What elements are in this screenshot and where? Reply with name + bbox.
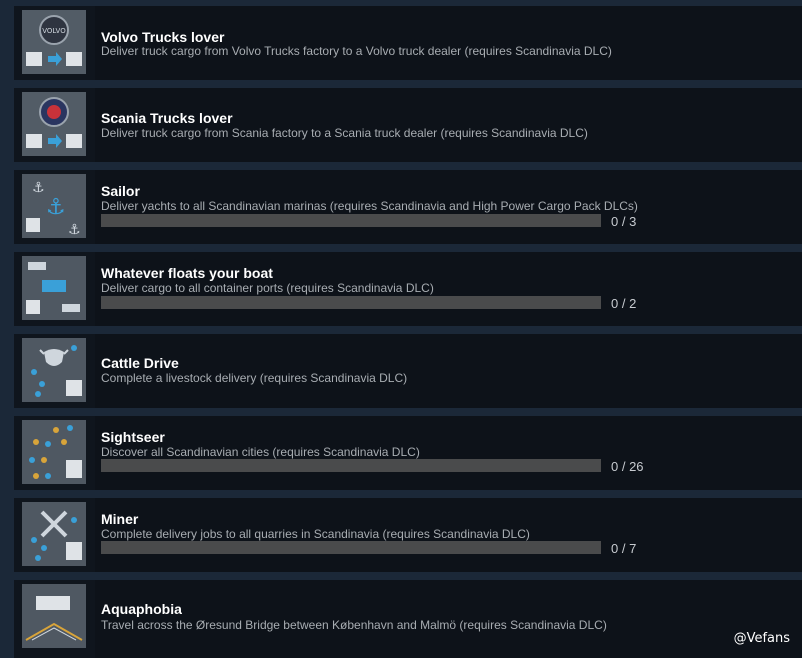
progress-count: 0 / 2 — [611, 296, 637, 311]
achievement-title: Scania Trucks lover — [101, 110, 233, 126]
progress-count: 0 / 26 — [611, 459, 644, 474]
scania-truck-icon — [22, 92, 86, 156]
svg-text:⚓: ⚓ — [32, 180, 45, 196]
achievement-content: Cattle Drive Complete a livestock delive… — [95, 334, 802, 408]
progress-count: 0 / 7 — [611, 541, 637, 556]
cattle-icon — [22, 338, 86, 402]
achievement-content: Scania Trucks lover Deliver truck cargo … — [95, 88, 802, 162]
achievement-row-sailor: ⚓ ⚓ ⚓ Sailor Deliver yachts to all Scand… — [14, 170, 802, 244]
container-icon — [22, 256, 86, 320]
achievement-row-containers: Whatever floats your boat Deliver cargo … — [14, 252, 802, 326]
achievement-description: Discover all Scandinavian cities (requir… — [101, 445, 420, 459]
city-map-icon — [22, 420, 86, 484]
achievement-title: Miner — [101, 511, 139, 527]
achievement-title: Cattle Drive — [101, 355, 179, 371]
achievement-row-volvo: VOLVO Volvo Trucks lover Deliver truck c… — [14, 6, 802, 80]
watermark: @Vefans — [733, 631, 790, 646]
achievement-description: Deliver yachts to all Scandinavian marin… — [101, 199, 638, 213]
achievement-description: Deliver cargo to all container ports (re… — [101, 281, 434, 295]
achievement-row-scania: Scania Trucks lover Deliver truck cargo … — [14, 88, 802, 162]
achievement-content: Whatever floats your boat Deliver cargo … — [95, 252, 802, 326]
progress-bar — [101, 296, 601, 309]
achievement-title: Whatever floats your boat — [101, 265, 273, 281]
svg-text:VOLVO: VOLVO — [42, 27, 66, 35]
svg-text:⚓: ⚓ — [68, 222, 81, 238]
anchor-icon: ⚓ ⚓ ⚓ — [22, 174, 86, 238]
achievement-content: Sailor Deliver yachts to all Scandinavia… — [95, 170, 802, 244]
progress-bar — [101, 541, 601, 554]
achievement-row-miner: Miner Complete delivery jobs to all quar… — [14, 498, 802, 572]
progress-bar — [101, 459, 601, 472]
progress-bar — [101, 214, 601, 227]
bridge-icon — [22, 584, 86, 648]
achievement-title: Sightseer — [101, 429, 165, 445]
achievement-row-cattle: Cattle Drive Complete a livestock delive… — [14, 334, 802, 408]
achievement-description: Deliver truck cargo from Scania factory … — [101, 126, 588, 140]
achievement-description: Deliver truck cargo from Volvo Trucks fa… — [101, 44, 612, 58]
achievement-title: Volvo Trucks lover — [101, 29, 225, 45]
achievement-description: Complete delivery jobs to all quarries i… — [101, 527, 530, 541]
achievement-content: Aquaphobia Travel across the Øresund Bri… — [95, 580, 802, 658]
svg-text:⚓: ⚓ — [46, 195, 66, 220]
achievement-content: Volvo Trucks lover Deliver truck cargo f… — [95, 6, 802, 80]
achievement-row-sightseer: Sightseer Discover all Scandinavian citi… — [14, 416, 802, 490]
progress-count: 0 / 3 — [611, 214, 637, 229]
achievement-content: Miner Complete delivery jobs to all quar… — [95, 498, 802, 572]
achievement-row-aquaphobia: Aquaphobia Travel across the Øresund Bri… — [14, 580, 802, 658]
volvo-truck-icon: VOLVO — [22, 10, 86, 74]
achievement-title: Sailor — [101, 183, 140, 199]
achievement-title: Aquaphobia — [101, 601, 182, 617]
achievement-description: Complete a livestock delivery (requires … — [101, 371, 408, 385]
achievement-description: Travel across the Øresund Bridge between… — [101, 618, 607, 632]
achievement-content: Sightseer Discover all Scandinavian citi… — [95, 416, 802, 490]
pickaxe-icon — [22, 502, 86, 566]
